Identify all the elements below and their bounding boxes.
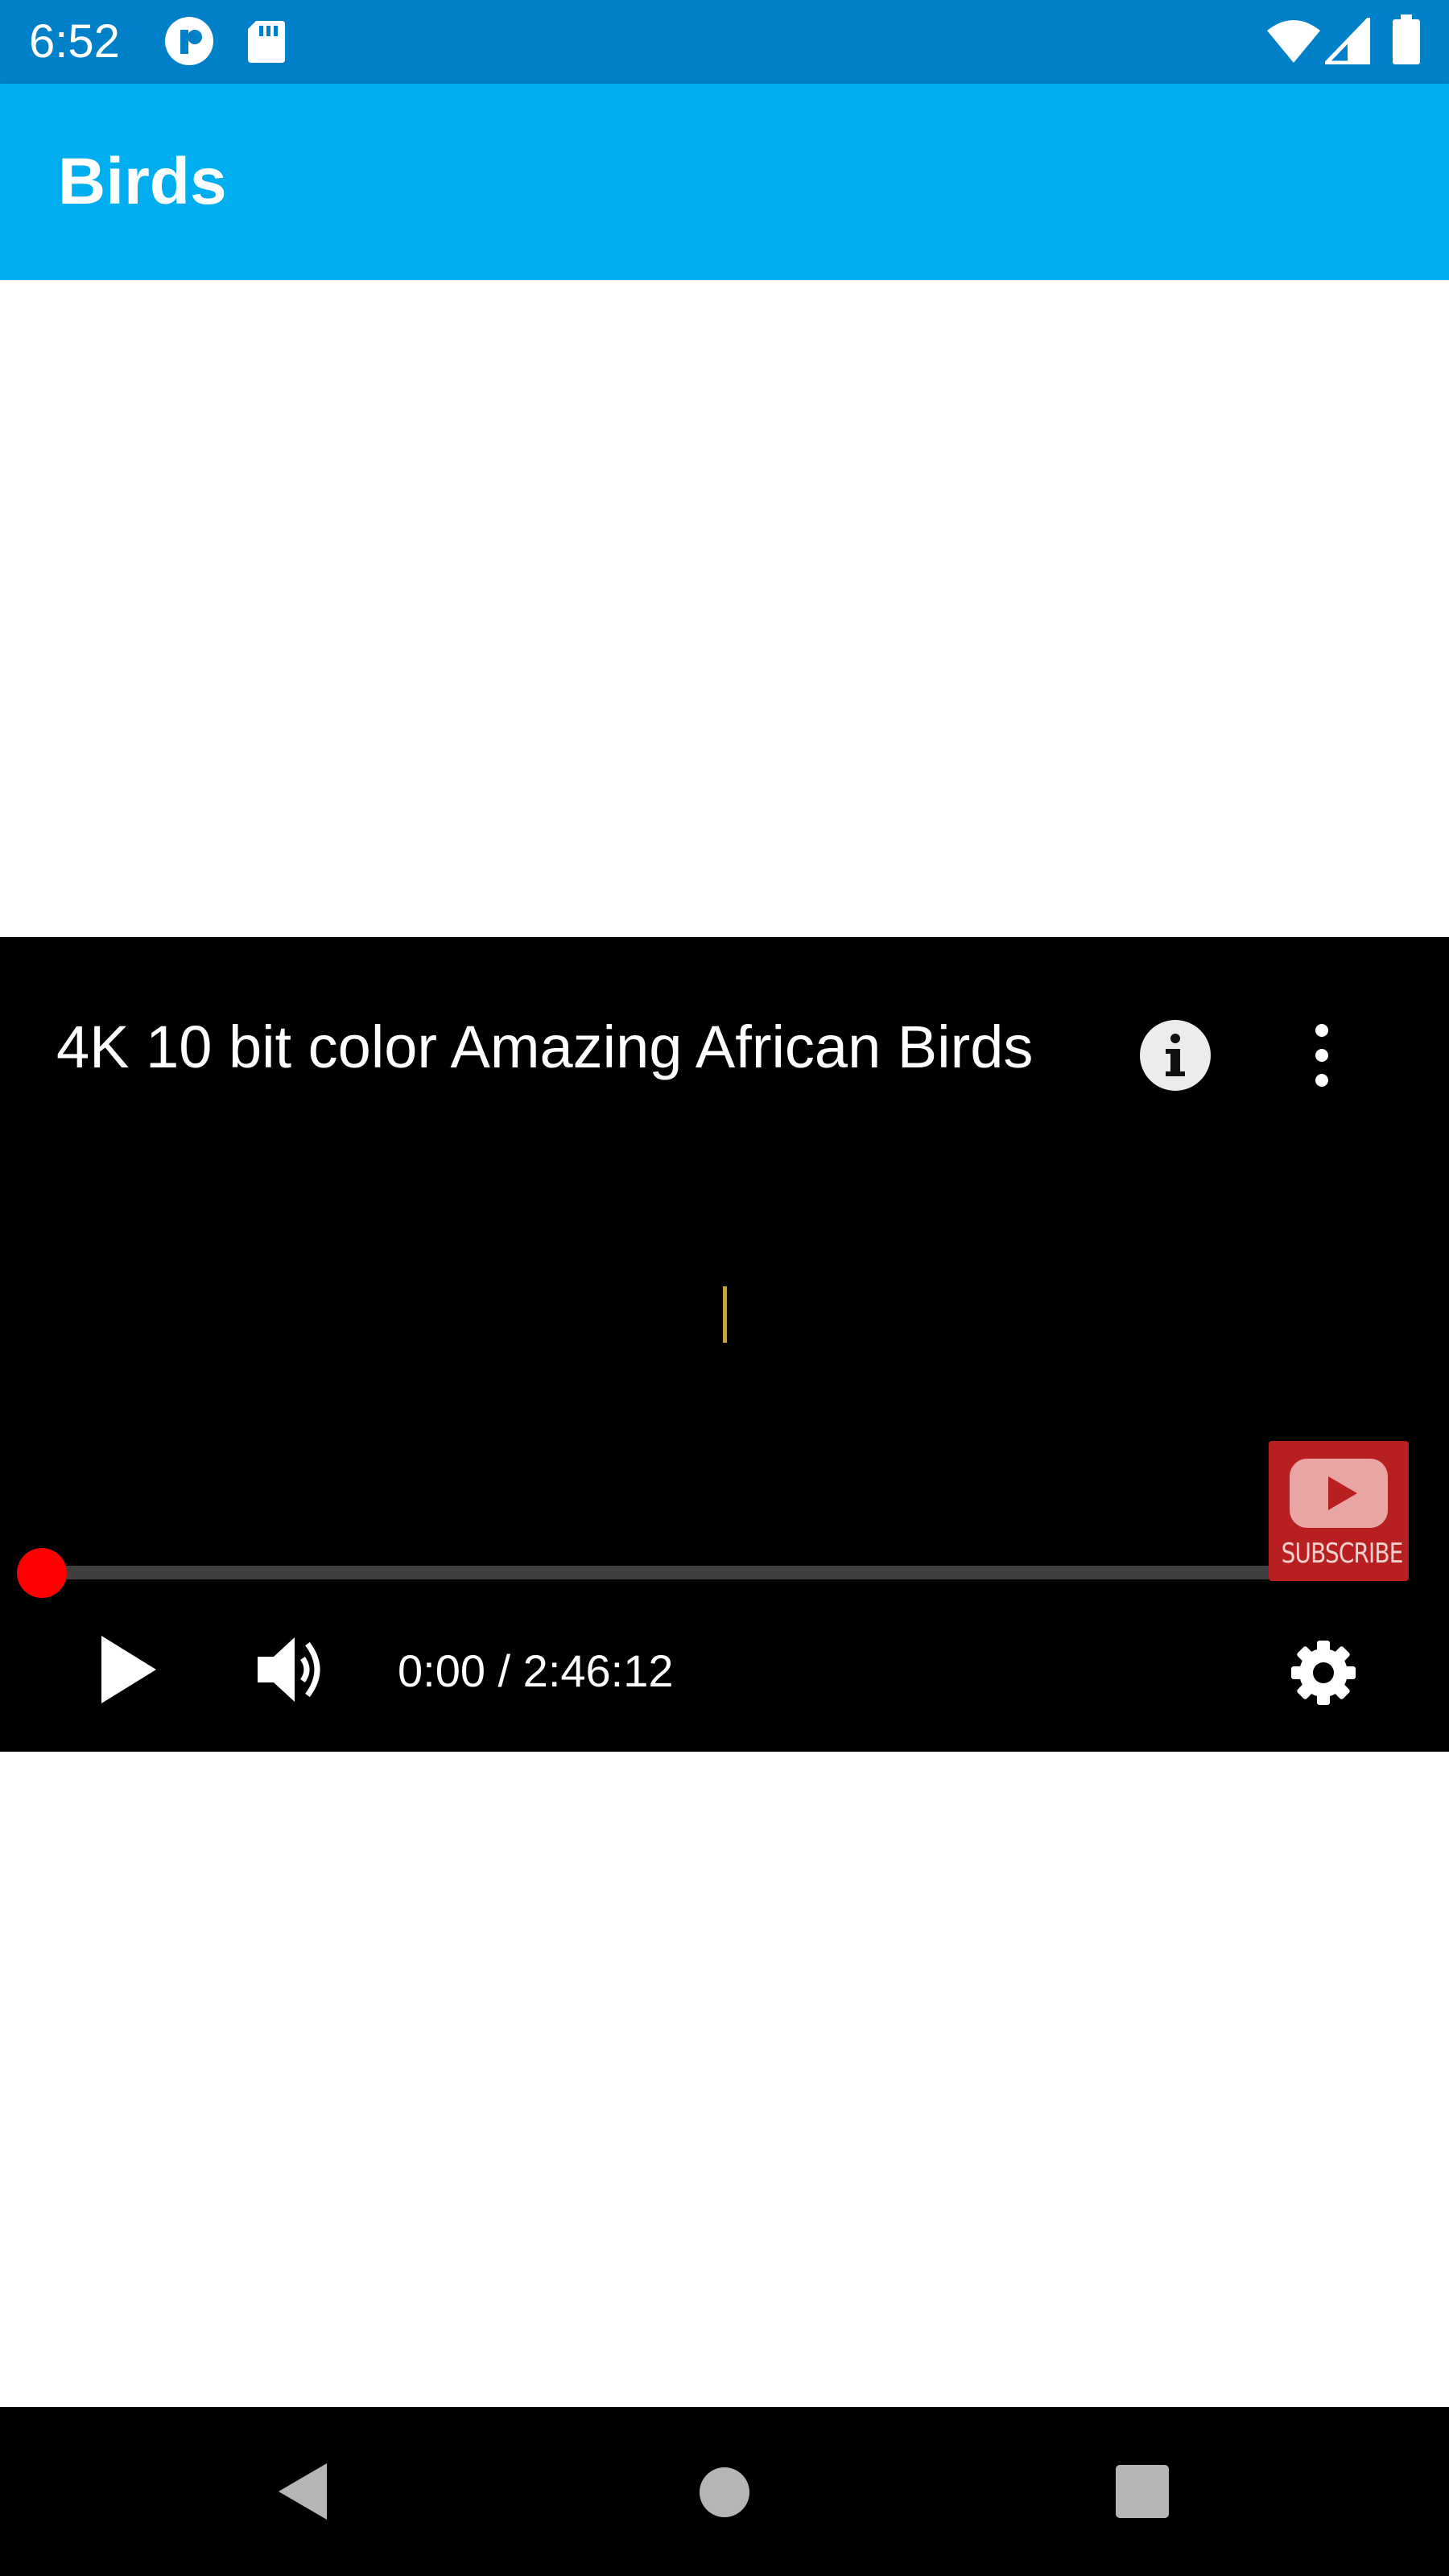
progress-thumb[interactable] [17, 1548, 67, 1598]
progress-track[interactable] [42, 1566, 1274, 1579]
status-bar: 6:52 [0, 0, 1449, 84]
app-title: Birds [58, 145, 227, 218]
app-bar: Birds [0, 84, 1449, 280]
subscribe-button[interactable]: SUBSCRIBE [1269, 1441, 1409, 1581]
app-notification-icon [165, 17, 213, 65]
recents-icon[interactable] [1116, 2465, 1169, 2518]
settings-gear-icon[interactable] [1289, 1638, 1358, 1707]
loading-indicator [723, 1286, 727, 1343]
video-title[interactable]: 4K 10 bit color Amazing African Birds [56, 1011, 1103, 1084]
status-time: 6:52 [29, 15, 120, 68]
info-icon[interactable] [1138, 1018, 1212, 1092]
subscribe-label: SUBSCRIBE [1281, 1538, 1404, 1570]
battery-icon [1393, 14, 1420, 64]
cellular-signal-icon [1325, 18, 1370, 64]
video-player[interactable]: 4K 10 bit color Amazing African Birds [0, 937, 1449, 1752]
wifi-icon [1267, 20, 1320, 63]
home-icon[interactable] [699, 2467, 750, 2518]
time-display: 0:00 / 2:46:12 [398, 1645, 674, 1696]
volume-icon[interactable] [256, 1633, 330, 1707]
sd-card-icon [248, 21, 285, 63]
back-icon[interactable] [277, 2462, 328, 2521]
more-options-icon[interactable] [1304, 1021, 1340, 1090]
youtube-logo-icon [1290, 1459, 1388, 1528]
play-icon[interactable] [100, 1634, 158, 1705]
navigation-bar [0, 2407, 1449, 2576]
